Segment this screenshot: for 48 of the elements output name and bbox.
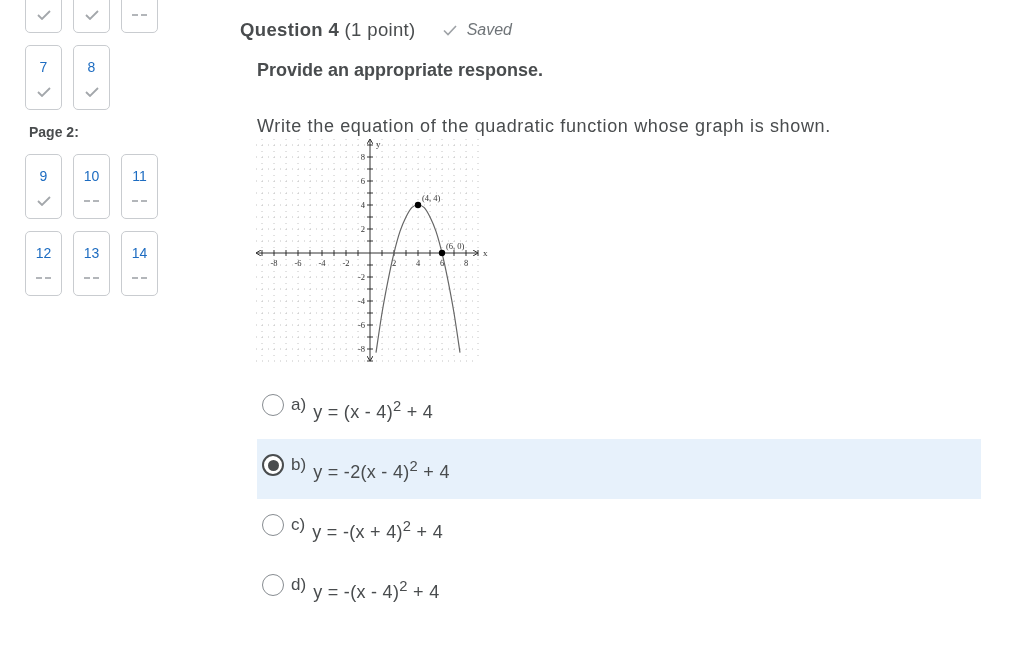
- radio-button[interactable]: [262, 454, 284, 476]
- option-letter: a): [291, 394, 307, 416]
- point-marker: [438, 249, 446, 257]
- question-tile[interactable]: 13: [73, 231, 110, 296]
- question-tile[interactable]: 12: [25, 231, 62, 296]
- page-label: Page 2:: [29, 124, 80, 141]
- axis-tick-label: 4: [415, 258, 421, 268]
- saved-status: Saved: [466, 20, 512, 40]
- question-tile[interactable]: 10: [73, 154, 110, 219]
- axis-tick-label: -8: [357, 344, 365, 354]
- option-text: y = -2(x - 4)$^{2}$ + 4: [313, 461, 450, 483]
- check-icon: [442, 24, 457, 36]
- axis-tick-label: 8: [463, 258, 469, 268]
- question-tile[interactable]: 11: [121, 154, 158, 219]
- option-letter: c): [291, 514, 306, 536]
- axis-label: x: [483, 248, 488, 258]
- question-prompt: Write the equation of the quadratic function whose graph is shown.: [257, 115, 832, 137]
- axis-tick-label: 6: [439, 258, 445, 268]
- option-text: y = -(x - 4)$^{2}$ + 4: [313, 581, 440, 603]
- axis-tick-label: 2: [360, 224, 365, 234]
- option-letter: d): [291, 574, 307, 596]
- axis-tick-label: 2: [391, 258, 397, 268]
- axis-tick-label: -4: [357, 296, 365, 306]
- axis-tick-label: 8: [360, 152, 365, 162]
- question-title: Question 4 (1 point): [240, 19, 416, 41]
- instruction-text: Provide an appropriate response.: [257, 59, 545, 81]
- question-tile[interactable]: 9: [25, 154, 62, 219]
- axis-tick-label: -2: [342, 258, 350, 268]
- radio-button[interactable]: [262, 514, 284, 536]
- axis-tick-label: -6: [294, 258, 302, 268]
- option-letter: b): [291, 454, 307, 476]
- option-text: y = (x - 4)$^{2}$ + 4: [313, 401, 434, 423]
- radio-button[interactable]: [262, 574, 284, 596]
- point-marker: [414, 201, 422, 209]
- axis-tick-label: -4: [318, 258, 326, 268]
- question-tile[interactable]: 7: [25, 45, 62, 110]
- axis-label: y: [376, 139, 381, 149]
- axis-tick-label: 4: [360, 200, 365, 210]
- question-tile[interactable]: 8: [73, 45, 110, 110]
- point-label: (6, 0): [446, 241, 465, 251]
- axis-tick-label: -6: [357, 320, 365, 330]
- question-tile[interactable]: 14: [121, 231, 158, 296]
- radio-button[interactable]: [262, 394, 284, 416]
- option-text: y = -(x + 4)$^{2}$ + 4: [312, 521, 444, 543]
- axis-tick-label: -2: [357, 272, 365, 282]
- axis-tick-label: -8: [270, 258, 278, 268]
- point-label: (4, 4): [422, 193, 441, 203]
- axis-tick-label: 6: [360, 176, 365, 186]
